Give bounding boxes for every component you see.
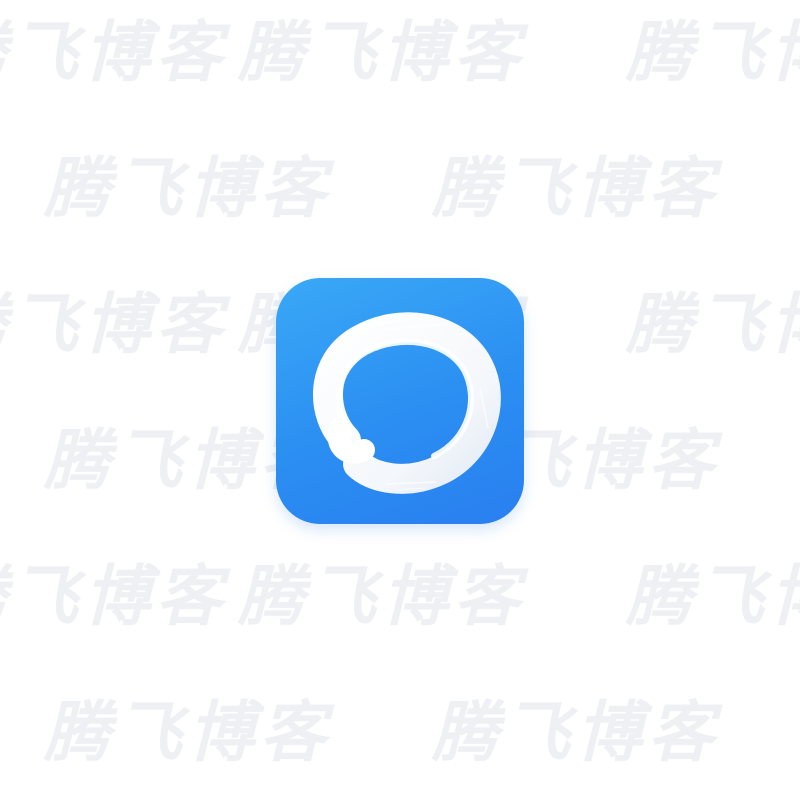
watermark-text: 腾飞博客 [44,150,332,227]
watermark-text: 腾飞博客 [0,286,228,363]
watermark-text: 腾飞博客 [626,14,800,91]
brush-stroke-circle-icon [313,312,501,494]
watermark-text: 腾飞博客 [238,558,526,635]
watermark-text: 腾飞博客 [238,14,526,91]
watermark-text: 腾飞博客 [0,558,228,635]
watermark-text: 腾飞博客 [626,286,800,363]
watermark-text: 腾飞博客 [432,694,720,771]
watermark-text: 腾飞博客 [626,558,800,635]
watermark-text: 腾飞博客 [432,150,720,227]
app-icon[interactable] [276,278,524,524]
watermark-text: 腾飞博客 [0,14,228,91]
canvas: 腾飞博客 腾飞博客 腾飞博客 腾飞博客 腾飞博客 腾飞博客 腾飞博客 腾飞博客 … [0,0,800,800]
watermark-text: 腾飞博客 [44,694,332,771]
